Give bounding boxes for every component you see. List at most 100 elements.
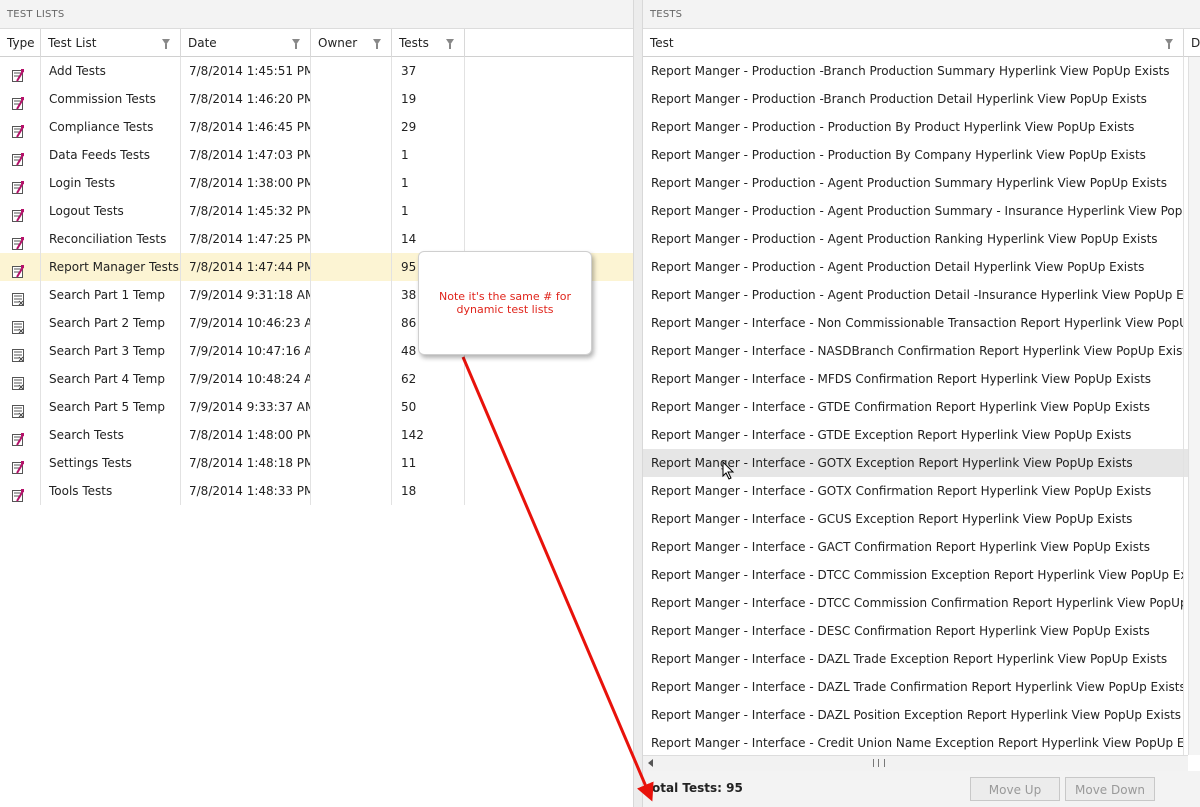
test-list-row[interactable]: Search Part 4 Temp 7/9/2014 10:48:24 AM 62 (0, 365, 633, 393)
test-row[interactable]: Report Manger - Interface - NASDBranch C… (643, 337, 1188, 365)
test-list-row[interactable]: Login Tests 7/8/2014 1:38:00 PM 1 (0, 169, 633, 197)
test-list-name: Report Manager Tests (41, 253, 181, 281)
column-test-list[interactable]: Test List (41, 29, 181, 57)
test-row[interactable]: Report Manger - Production - Agent Produ… (643, 225, 1188, 253)
type-cell (0, 365, 41, 393)
annotation-text: Note it's the same # for dynamic test li… (439, 290, 571, 316)
test-list-row[interactable]: Settings Tests 7/8/2014 1:48:18 PM 11 (0, 449, 633, 477)
column-owner[interactable]: Owner (311, 29, 392, 57)
test-list-owner (311, 113, 392, 141)
type-cell (0, 421, 41, 449)
test-row[interactable]: Report Manger - Interface - GTDE Confirm… (643, 393, 1188, 421)
test-list-name: Add Tests (41, 57, 181, 85)
column-owner-label: Owner (318, 36, 358, 50)
test-list-date: 7/9/2014 10:48:24 AM (181, 365, 311, 393)
type-cell (0, 225, 41, 253)
test-name: Report Manger - Production -Branch Produ… (643, 57, 1184, 85)
column-type[interactable]: Type (0, 29, 41, 57)
test-row[interactable]: Report Manger - Production - Agent Produ… (643, 253, 1188, 281)
test-list-name: Data Feeds Tests (41, 141, 181, 169)
test-name: Report Manger - Interface - Non Commissi… (643, 309, 1184, 337)
test-row[interactable]: Report Manger - Production - Production … (643, 141, 1188, 169)
tests-footer: otal Tests: 95 Move Up Move Down (643, 771, 1200, 807)
test-row[interactable]: Report Manger - Production - Agent Produ… (643, 197, 1188, 225)
column-tests[interactable]: Tests (392, 29, 465, 57)
test-row[interactable]: Report Manger - Interface - MFDS Confirm… (643, 365, 1188, 393)
test-list-date: 7/8/2014 1:47:25 PM (181, 225, 311, 253)
test-row[interactable]: Report Manger - Interface - DAZL Trade C… (643, 673, 1188, 701)
column-date-label: Date (188, 36, 217, 50)
test-list-owner (311, 281, 392, 309)
test-row[interactable]: Report Manger - Production - Production … (643, 113, 1188, 141)
filter-icon[interactable] (162, 39, 170, 49)
static-list-icon (12, 260, 24, 278)
type-cell (0, 393, 41, 421)
test-list-name: Logout Tests (41, 197, 181, 225)
tests-pane-title: TESTS (643, 0, 1200, 29)
filter-icon[interactable] (446, 39, 454, 49)
tests-horizontal-scrollbar[interactable] (643, 755, 1188, 771)
test-row[interactable]: Report Manger - Interface - DESC Confirm… (643, 617, 1188, 645)
test-list-row[interactable]: Add Tests 7/8/2014 1:45:51 PM 37 (0, 57, 633, 85)
static-list-icon (12, 204, 24, 222)
column-date[interactable]: Date (181, 29, 311, 57)
test-row[interactable]: Report Manger - Interface - Credit Union… (643, 729, 1188, 757)
type-cell (0, 449, 41, 477)
type-cell (0, 113, 41, 141)
column-tests-label: Tests (399, 36, 429, 50)
test-list-row[interactable]: Search Part 5 Temp 7/9/2014 9:33:37 AM 50 (0, 393, 633, 421)
test-list-row[interactable]: Search Tests 7/8/2014 1:48:00 PM 142 (0, 421, 633, 449)
test-list-owner (311, 141, 392, 169)
test-list-count: 37 (392, 57, 465, 85)
scroll-thumb[interactable] (873, 759, 885, 767)
pane-splitter[interactable] (633, 0, 643, 807)
test-name: Report Manger - Interface - MFDS Confirm… (643, 365, 1184, 393)
test-list-row[interactable]: Compliance Tests 7/8/2014 1:46:45 PM 29 (0, 113, 633, 141)
test-list-count: 62 (392, 365, 465, 393)
test-list-row[interactable]: Tools Tests 7/8/2014 1:48:33 PM 18 (0, 477, 633, 505)
scroll-left-icon[interactable] (648, 759, 653, 767)
test-name: Report Manger - Interface - GOTX Confirm… (643, 477, 1184, 505)
test-row[interactable]: Report Manger - Production -Branch Produ… (643, 85, 1188, 113)
test-row[interactable]: Report Manger - Interface - Non Commissi… (643, 309, 1188, 337)
static-list-icon (12, 428, 24, 446)
test-row[interactable]: Report Manger - Production -Branch Produ… (643, 57, 1188, 85)
test-row[interactable]: Report Manger - Production - Agent Produ… (643, 169, 1188, 197)
test-list-date: 7/8/2014 1:48:33 PM (181, 477, 311, 505)
filter-icon[interactable] (1165, 39, 1173, 49)
test-row[interactable]: Report Manger - Interface - DAZL Trade E… (643, 645, 1188, 673)
test-name: Report Manger - Interface - GTDE Confirm… (643, 393, 1184, 421)
test-list-name: Commission Tests (41, 85, 181, 113)
test-list-count: 142 (392, 421, 465, 449)
filter-icon[interactable] (373, 39, 381, 49)
test-row[interactable]: Report Manger - Interface - GCUS Excepti… (643, 505, 1188, 533)
test-list-name: Tools Tests (41, 477, 181, 505)
test-list-date: 7/8/2014 1:47:44 PM (181, 253, 311, 281)
test-lists-pane-title: TEST LISTS (0, 0, 633, 29)
test-name: Report Manger - Production -Branch Produ… (643, 85, 1184, 113)
test-row[interactable]: Report Manger - Interface - DTCC Commiss… (643, 561, 1188, 589)
test-row[interactable]: Report Manger - Interface - DAZL Positio… (643, 701, 1188, 729)
test-list-name: Search Part 3 Temp (41, 337, 181, 365)
test-row[interactable]: Report Manger - Interface - GTDE Excepti… (643, 421, 1188, 449)
test-list-row[interactable]: Data Feeds Tests 7/8/2014 1:47:03 PM 1 (0, 141, 633, 169)
move-up-button[interactable]: Move Up (970, 777, 1060, 801)
test-list-count: 1 (392, 141, 465, 169)
test-list-row[interactable]: Logout Tests 7/8/2014 1:45:32 PM 1 (0, 197, 633, 225)
column-test-label: Test (650, 36, 674, 50)
test-row[interactable]: Report Manger - Interface - GOTX Confirm… (643, 477, 1188, 505)
test-row[interactable]: Report Manger - Interface - GACT Confirm… (643, 533, 1188, 561)
column-test[interactable]: Test (643, 29, 1184, 57)
test-row[interactable]: Report Manger - Interface - DTCC Commiss… (643, 589, 1188, 617)
tests-vertical-scrollbar[interactable] (1188, 57, 1200, 755)
test-list-count: 14 (392, 225, 465, 253)
column-d[interactable]: D (1184, 29, 1200, 57)
mouse-cursor-icon (722, 461, 735, 480)
test-list-row[interactable]: Commission Tests 7/8/2014 1:46:20 PM 19 (0, 85, 633, 113)
total-tests-label: otal Tests: 95 (652, 781, 743, 795)
filter-icon[interactable] (292, 39, 300, 49)
move-down-button[interactable]: Move Down (1065, 777, 1155, 801)
test-list-row[interactable]: Reconciliation Tests 7/8/2014 1:47:25 PM 1… (0, 225, 633, 253)
test-list-date: 7/8/2014 1:46:45 PM (181, 113, 311, 141)
test-row[interactable]: Report Manger - Production - Agent Produ… (643, 281, 1188, 309)
